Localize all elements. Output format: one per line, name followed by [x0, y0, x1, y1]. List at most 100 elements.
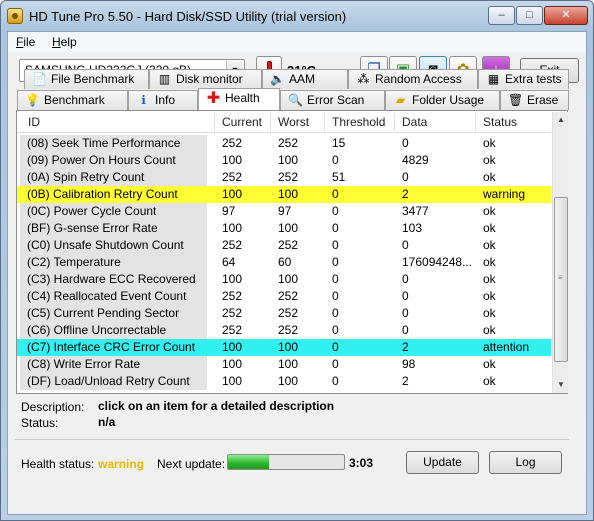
table-row[interactable]: (BF) G-sense Error Rate 100 100 0 103 ok: [17, 220, 551, 237]
column-header-status[interactable]: Status: [483, 115, 517, 129]
tab-label: Folder Usage: [412, 93, 485, 107]
raw-data: 2: [402, 187, 409, 201]
worst-value: 60: [278, 255, 292, 269]
tab-benchmark[interactable]: 💡 Benchmark: [17, 90, 128, 110]
column-header-current[interactable]: Current: [222, 115, 262, 129]
status-cell: ok: [483, 238, 496, 252]
menu-file-label: ile: [23, 35, 36, 49]
column-header-threshold[interactable]: Threshold: [332, 115, 385, 129]
threshold-value: 0: [332, 204, 339, 218]
raw-data: 0: [402, 238, 409, 252]
status-cell: ok: [483, 289, 496, 303]
tab-health[interactable]: ✚ Health: [198, 88, 280, 110]
folder-icon: ▰: [395, 93, 406, 107]
current-value: 100: [222, 374, 243, 388]
column-header-data[interactable]: Data: [402, 115, 427, 129]
current-value: 252: [222, 170, 243, 184]
tab-file-benchmark[interactable]: 📄 File Benchmark: [24, 69, 149, 89]
worst-value: 100: [278, 357, 299, 371]
minimize-button[interactable]: –: [488, 6, 515, 25]
close-button[interactable]: ✕: [544, 6, 588, 25]
table-row[interactable]: (09) Power On Hours Count 100 100 0 4829 ok: [17, 152, 551, 169]
current-value: 100: [222, 153, 243, 167]
raw-data: 98: [402, 357, 416, 371]
table-row[interactable]: (C3) Hardware ECC Recovered 100 100 0 0 ok: [17, 271, 551, 288]
table-row[interactable]: (C6) Offline Uncorrectable 252 252 0 0 ok: [17, 322, 551, 339]
worst-value: 100: [278, 340, 299, 354]
attribute-id: (BF) G-sense Error Rate: [20, 220, 207, 237]
table-row[interactable]: (DF) Load/Unload Retry Count 100 100 0 2 ok: [17, 373, 551, 390]
current-value: 97: [222, 204, 236, 218]
column-header-worst[interactable]: Worst: [278, 115, 309, 129]
table-row[interactable]: (C4) Reallocated Event Count 252 252 0 0 ok: [17, 288, 551, 305]
raw-data: 103: [402, 221, 423, 235]
update-button[interactable]: Update: [406, 451, 479, 474]
threshold-value: 15: [332, 136, 346, 150]
current-value: 252: [222, 238, 243, 252]
threshold-value: 0: [332, 374, 339, 388]
tab-row-lower: 💡 Benchmark ℹ Info ✚ Health 🔍 Error Scan ▰ Fo…: [17, 88, 569, 110]
menu-file[interactable]: File: [16, 35, 35, 49]
current-value: 100: [222, 340, 243, 354]
threshold-value: 0: [332, 323, 339, 337]
scroll-thumb[interactable]: ≡: [554, 197, 568, 362]
speaker-icon: 🔈: [270, 72, 285, 86]
tab-extra-tests[interactable]: ▦ Extra tests: [478, 69, 569, 89]
tab-folder-usage[interactable]: ▰ Folder Usage: [385, 90, 500, 110]
table-row[interactable]: (C0) Unsafe Shutdown Count 252 252 0 0 ok: [17, 237, 551, 254]
benchmark-icon: 💡: [25, 93, 40, 107]
app-window: HD Tune Pro 5.50 - Hard Disk/SSD Utility…: [0, 0, 594, 521]
tab-label: Error Scan: [307, 93, 365, 107]
table-row[interactable]: (0A) Spin Retry Count 252 252 51 0 ok: [17, 169, 551, 186]
status-value: n/a: [98, 415, 116, 429]
threshold-value: 0: [332, 357, 339, 371]
raw-data: 0: [402, 272, 409, 286]
table-row[interactable]: (C2) Temperature 64 60 0 176094248... ok: [17, 254, 551, 271]
magnifier-icon: 🔍: [288, 93, 303, 107]
tab-aam[interactable]: 🔈 AAM: [262, 69, 348, 89]
status-cell: ok: [483, 153, 496, 167]
attribute-id: (C2) Temperature: [20, 254, 207, 271]
table-row[interactable]: (0B) Calibration Retry Count 100 100 0 2 warn…: [17, 186, 551, 203]
raw-data: 2: [402, 340, 409, 354]
column-divider: [270, 113, 271, 131]
tab-row-upper: 📄 File Benchmark ▥ Disk monitor 🔈 AAM ⁂ Rand…: [17, 69, 569, 89]
tab-error-scan[interactable]: 🔍 Error Scan: [280, 90, 385, 110]
window-title: HD Tune Pro 5.50 - Hard Disk/SSD Utility…: [29, 9, 347, 24]
tab-random-access[interactable]: ⁂ Random Access: [348, 69, 478, 89]
table-row[interactable]: (C8) Write Error Rate 100 100 0 98 ok: [17, 356, 551, 373]
scroll-up-arrow-icon[interactable]: ▲: [553, 112, 569, 128]
table-row[interactable]: (08) Seek Time Performance 252 252 15 0 ok: [17, 135, 551, 152]
table-row[interactable]: (0C) Power Cycle Count 97 97 0 3477 ok: [17, 203, 551, 220]
tab-disk-monitor[interactable]: ▥ Disk monitor: [149, 69, 262, 89]
status-cell: ok: [483, 306, 496, 320]
log-button[interactable]: Log: [489, 451, 562, 474]
tab-label: Random Access: [375, 72, 462, 86]
threshold-value: 0: [332, 306, 339, 320]
hd-tune-app-icon: [7, 8, 23, 24]
tab-label: Info: [155, 93, 176, 107]
tab-info[interactable]: ℹ Info: [128, 90, 198, 110]
table-row[interactable]: (C7) Interface CRC Error Count 100 100 0 2 at…: [17, 339, 551, 356]
column-divider: [475, 113, 476, 131]
current-value: 252: [222, 323, 243, 337]
vertical-scrollbar[interactable]: ▲ ≡ ▼: [552, 112, 568, 393]
column-divider: [214, 113, 215, 131]
maximize-button[interactable]: □: [516, 6, 543, 25]
current-value: 100: [222, 357, 243, 371]
disk-monitor-icon: ▥: [158, 72, 171, 86]
column-header-id[interactable]: ID: [28, 115, 40, 129]
worst-value: 100: [278, 153, 299, 167]
tab-label: AAM: [289, 72, 316, 86]
raw-data: 176094248...: [402, 255, 473, 269]
menu-help[interactable]: Help: [52, 35, 77, 49]
current-value: 100: [222, 187, 243, 201]
attribute-id: (09) Power On Hours Count: [20, 152, 207, 169]
raw-data: 4829: [402, 153, 429, 167]
scroll-down-arrow-icon[interactable]: ▼: [553, 377, 569, 393]
tab-erase[interactable]: 🗑 Erase: [500, 90, 569, 110]
file-benchmark-icon: 📄: [32, 72, 47, 86]
table-row[interactable]: (C5) Current Pending Sector 252 252 0 0 ok: [17, 305, 551, 322]
title-bar[interactable]: HD Tune Pro 5.50 - Hard Disk/SSD Utility…: [1, 1, 593, 31]
threshold-value: 0: [332, 153, 339, 167]
